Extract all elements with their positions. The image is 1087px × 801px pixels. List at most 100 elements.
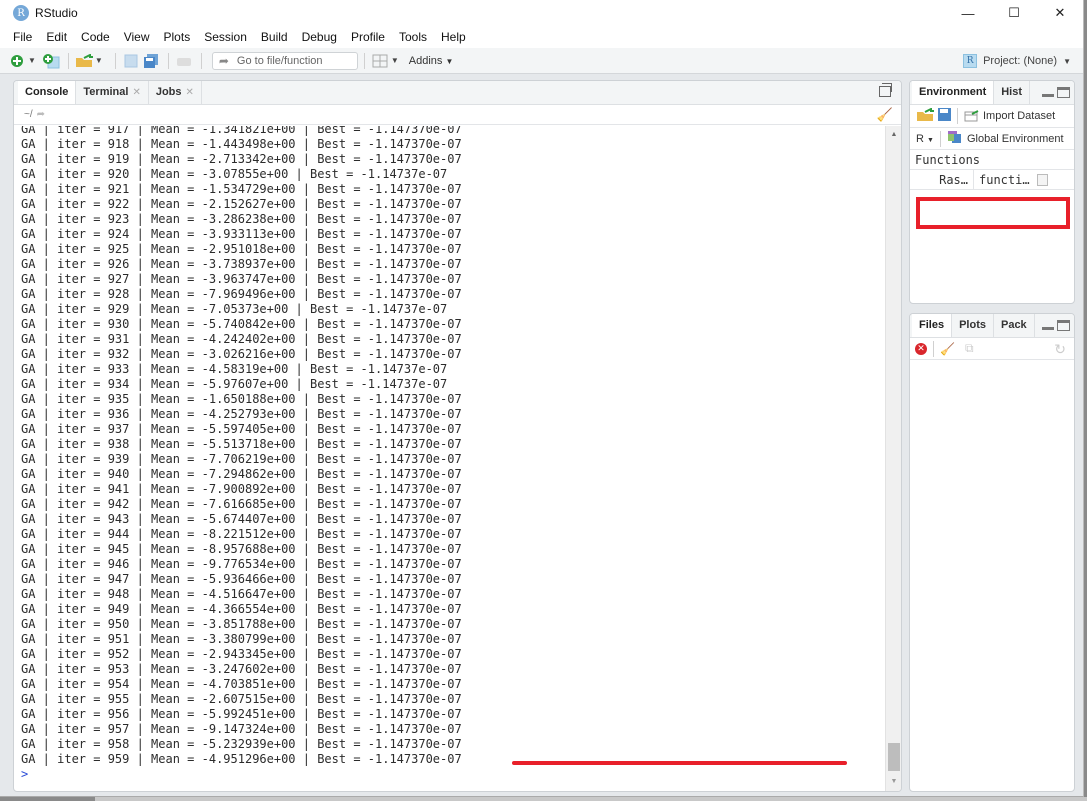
save-all-icon[interactable] <box>142 53 160 69</box>
environment-tab-bar: Environment Hist <box>910 81 1074 105</box>
import-dataset-button[interactable]: Import Dataset <box>964 110 1055 122</box>
console-line: GA | iter = 930 | Mean = -5.740842e+00 |… <box>21 317 462 331</box>
console-line: GA | iter = 935 | Mean = -1.650188e+00 |… <box>21 392 462 406</box>
menu-code[interactable]: Code <box>74 30 117 44</box>
files-toolbar: ✕ 🧹 ⧉ <box>910 338 1074 360</box>
save-icon[interactable] <box>122 53 140 69</box>
save-workspace-icon[interactable] <box>938 108 951 124</box>
load-workspace-icon[interactable] <box>916 106 934 125</box>
console-line: GA | iter = 920 | Mean = -3.07855e+00 | … <box>21 167 448 181</box>
env-row[interactable]: Ras… functi… <box>910 170 1074 190</box>
broom-icon[interactable]: 🧹 <box>940 342 955 356</box>
console-line: GA | iter = 942 | Mean = -7.616685e+00 |… <box>21 497 462 511</box>
close-tab-icon[interactable]: ✕ <box>186 87 194 98</box>
pane-layout-icon[interactable] <box>371 53 389 69</box>
scrollbar-thumb[interactable] <box>888 743 900 771</box>
clear-console-icon[interactable]: 🧹 <box>877 107 893 123</box>
tab-console[interactable]: Console <box>18 81 77 104</box>
console-line: GA | iter = 946 | Mean = -9.776534e+00 |… <box>21 557 462 571</box>
console-line: GA | iter = 940 | Mean = -7.294862e+00 |… <box>21 467 462 481</box>
toolbar-divider <box>67 52 69 69</box>
menu-debug[interactable]: Debug <box>295 30 344 44</box>
go-to-file-input[interactable]: ➦ Go to file/function <box>211 51 358 70</box>
maximize-button[interactable]: ☐ <box>991 0 1037 26</box>
chevron-down-icon[interactable]: ▼ <box>95 56 103 65</box>
environment-toolbar: Import Dataset <box>910 105 1074 128</box>
project-menu[interactable]: R Project: (None) ▼ <box>963 48 1071 74</box>
close-tab-icon[interactable]: ✕ <box>132 87 140 98</box>
tab-terminal[interactable]: Terminal ✕ <box>76 81 149 104</box>
minimize-pane-icon[interactable] <box>1042 320 1054 330</box>
console-line: GA | iter = 931 | Mean = -4.242402e+00 |… <box>21 332 462 346</box>
console-scrollbar[interactable]: ▲ ▼ <box>885 126 901 791</box>
console-line: GA | iter = 927 | Mean = -3.963747e+00 |… <box>21 272 462 286</box>
console-line: GA | iter = 924 | Mean = -3.933113e+00 |… <box>21 227 462 241</box>
console-line: GA | iter = 951 | Mean = -3.380799e+00 |… <box>21 632 462 646</box>
tab-jobs[interactable]: Jobs ✕ <box>149 81 202 104</box>
go-to-placeholder: Go to file/function <box>236 54 323 67</box>
menu-help[interactable]: Help <box>434 30 473 44</box>
maximize-pane-icon[interactable] <box>1057 320 1070 331</box>
scroll-up-icon[interactable]: ▲ <box>886 128 901 142</box>
tab-pack[interactable]: Pack <box>994 314 1035 337</box>
toolbar-divider <box>114 52 116 69</box>
open-folder-icon[interactable] <box>75 53 93 69</box>
go-to-arrow-icon: ➦ <box>218 53 229 68</box>
chevron-down-icon[interactable]: ▼ <box>28 56 36 65</box>
tab-hist[interactable]: Hist <box>994 81 1031 104</box>
console-line: GA | iter = 952 | Mean = -2.943345e+00 |… <box>21 647 462 661</box>
console-path-bar: ~/ ➦ 🧹 <box>14 105 901 125</box>
environment-scope-select[interactable]: Global Environment <box>967 133 1064 145</box>
environment-pane: Environment Hist Import Dataset R ▼ Globa… <box>909 80 1075 304</box>
console-line: GA | iter = 938 | Mean = -5.513718e+00 |… <box>21 437 462 451</box>
console-line: GA | iter = 941 | Mean = -7.900892e+00 |… <box>21 482 462 496</box>
toolbar-divider <box>167 52 169 69</box>
language-select[interactable]: R ▼ <box>916 133 934 145</box>
console-tab-bar: Console Terminal ✕ Jobs ✕ <box>14 81 901 105</box>
delete-icon[interactable]: ✕ <box>915 342 927 355</box>
console-line: GA | iter = 926 | Mean = -3.738937e+00 |… <box>21 257 462 271</box>
restore-pane-icon[interactable] <box>879 83 892 97</box>
chevron-down-icon[interactable]: ▼ <box>391 56 399 65</box>
tab-label: Jobs <box>155 86 182 98</box>
env-row-name: Ras… <box>910 170 974 189</box>
menu-build[interactable]: Build <box>254 30 295 44</box>
files-tab-bar: Files Plots Pack <box>910 314 1074 338</box>
new-project-icon[interactable] <box>42 53 60 69</box>
tab-plots[interactable]: Plots <box>952 314 994 337</box>
menu-tools[interactable]: Tools <box>392 30 434 44</box>
minimize-pane-icon[interactable] <box>1042 87 1054 97</box>
menu-edit[interactable]: Edit <box>39 30 74 44</box>
menu-file[interactable]: File <box>6 30 39 44</box>
tab-files[interactable]: Files <box>912 314 953 337</box>
menu-session[interactable]: Session <box>197 30 254 44</box>
popout-icon[interactable]: ⧉ <box>965 341 974 356</box>
print-icon[interactable] <box>175 53 193 69</box>
console-line: GA | iter = 937 | Mean = -5.597405e+00 |… <box>21 422 462 436</box>
minimize-button[interactable]: — <box>945 0 991 26</box>
menu-profile[interactable]: Profile <box>344 30 392 44</box>
tab-environment[interactable]: Environment <box>912 81 995 104</box>
view-source-icon[interactable] <box>1036 173 1048 186</box>
menu-plots[interactable]: Plots <box>157 30 198 44</box>
console-line: GA | iter = 917 | Mean = -1.341821e+00 |… <box>21 126 462 136</box>
console-line: GA | iter = 957 | Mean = -9.147324e+00 |… <box>21 722 462 736</box>
console-line: GA | iter = 947 | Mean = -5.936466e+00 |… <box>21 572 462 586</box>
scroll-down-icon[interactable]: ▼ <box>886 775 901 789</box>
close-button[interactable]: ✕ <box>1037 0 1083 26</box>
console-line: GA | iter = 948 | Mean = -4.516647e+00 |… <box>21 587 462 601</box>
annotation-underline <box>512 761 847 765</box>
console-line: GA | iter = 919 | Mean = -2.713342e+00 |… <box>21 152 462 166</box>
toolbar-divider <box>200 52 202 69</box>
refresh-icon[interactable]: ↻ <box>1054 341 1066 358</box>
addins-label: Addins <box>408 54 443 67</box>
new-file-icon[interactable] <box>8 53 26 69</box>
console-output[interactable]: GA | iter = 917 | Mean = -1.341821e+00 |… <box>14 126 886 791</box>
maximize-pane-icon[interactable] <box>1057 87 1070 98</box>
console-line: GA | iter = 955 | Mean = -2.607515e+00 |… <box>21 692 462 706</box>
go-to-directory-icon[interactable]: ➦ <box>37 109 45 120</box>
console-line: GA | iter = 958 | Mean = -5.232939e+00 |… <box>21 737 462 751</box>
addins-menu[interactable]: Addins ▼ <box>409 55 454 67</box>
console-prompt[interactable]: > <box>21 767 462 782</box>
menu-view[interactable]: View <box>117 30 157 44</box>
